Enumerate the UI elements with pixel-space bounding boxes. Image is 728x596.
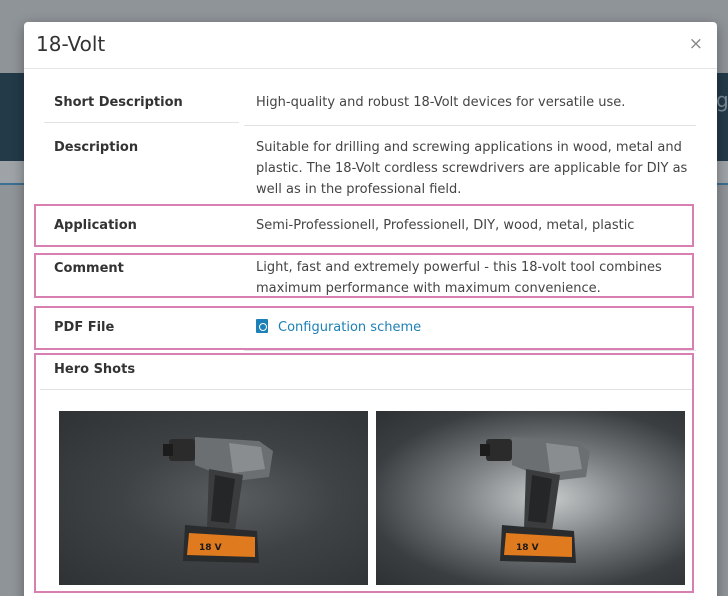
hero-shot-image-spotlight[interactable]: 18 V: [376, 411, 685, 585]
description-line: plastic. The 18-Volt cordless screwdrive…: [256, 161, 688, 176]
close-icon[interactable]: ×: [689, 34, 703, 54]
hero-shots-label: Hero Shots: [54, 362, 136, 377]
hero-shot-image-dark[interactable]: 18 V: [59, 411, 368, 585]
row-short-description: Short Description High-quality and robus…: [36, 69, 705, 119]
row-comment: Comment Light, fast and extremely powerf…: [36, 253, 705, 298]
background-partial-text: g: [716, 88, 728, 112]
short-description-label: Short Description: [54, 95, 183, 110]
comment-value: Light, fast and extremely powerful - thi…: [256, 257, 696, 299]
comment-label: Comment: [54, 261, 124, 276]
comment-line: Light, fast and extremely powerful - thi…: [256, 260, 662, 275]
row-divider: [244, 350, 696, 351]
row-pdf-file: PDF File Configuration scheme: [36, 306, 705, 350]
cordless-drill-icon: 18 V: [480, 437, 590, 563]
pdf-file-icon[interactable]: [256, 319, 268, 333]
battery-label: 18 V: [516, 543, 539, 553]
cordless-drill-icon: 18 V: [163, 437, 273, 563]
description-line: well as in the professional field.: [256, 182, 462, 197]
row-description: Description Suitable for drilling and sc…: [36, 125, 705, 200]
product-details-modal: 18-Volt × Short Description High-quality…: [24, 22, 717, 596]
application-value: Semi-Professionell, Professionell, DIY, …: [256, 218, 635, 233]
application-label: Application: [54, 218, 137, 233]
description-line: Suitable for drilling and screwing appli…: [256, 140, 682, 155]
modal-title: 18-Volt: [36, 32, 106, 56]
short-description-value: High-quality and robust 18-Volt devices …: [256, 95, 626, 110]
battery-label: 18 V: [199, 543, 222, 553]
row-application: Application Semi-Professionell, Professi…: [36, 204, 705, 247]
pdf-file-label: PDF File: [54, 320, 115, 335]
row-divider: [44, 122, 239, 123]
modal-header: 18-Volt ×: [24, 22, 717, 69]
configuration-scheme-link[interactable]: Configuration scheme: [278, 320, 421, 335]
comment-line: maximum performance with maximum conveni…: [256, 281, 601, 296]
description-label: Description: [54, 140, 139, 155]
pdf-file-value: Configuration scheme: [256, 317, 696, 338]
row-divider: [40, 389, 692, 390]
description-value: Suitable for drilling and screwing appli…: [256, 137, 696, 200]
